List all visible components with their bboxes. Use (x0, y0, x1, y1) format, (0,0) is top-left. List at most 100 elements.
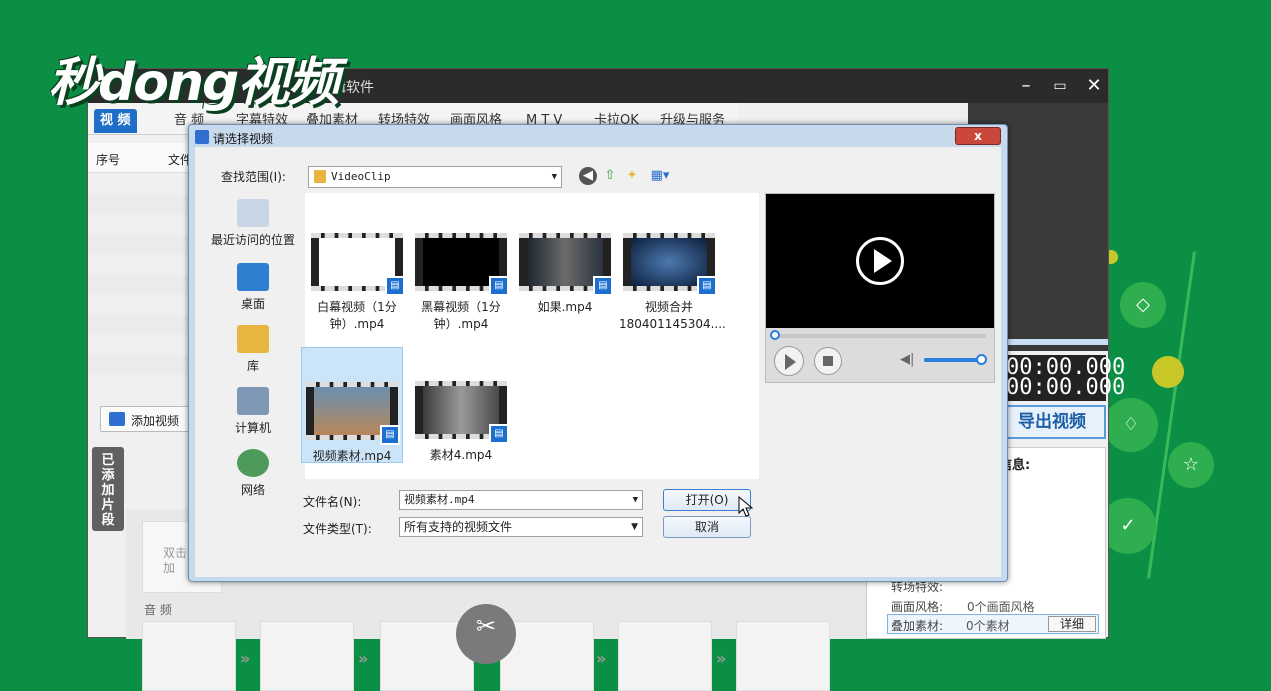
file-item[interactable]: ▤ 白幕视频（1分 钟）.mp4 (307, 221, 409, 337)
play-button[interactable] (774, 346, 804, 376)
export-video-button[interactable]: 导出视频 (998, 405, 1106, 439)
video-file-icon: ▤ (593, 276, 613, 296)
film-add-icon (109, 412, 125, 426)
file-name: 视频合并 (644, 300, 693, 314)
video-file-icon: ▤ (489, 276, 509, 296)
video-thumbnail: ▤ (311, 233, 405, 296)
add-video-button[interactable]: 添加视频 (100, 406, 198, 432)
dialog-close-button[interactable]: x (955, 127, 1001, 145)
info-value-overlay: 0个素材 (966, 619, 1010, 633)
file-name-value: 视频素材.mp4 (404, 493, 475, 506)
place-label: 计算机 (234, 421, 271, 435)
maximize-icon[interactable]: ▭ (1048, 75, 1072, 97)
look-in-label: 查找范围(I): (221, 170, 286, 184)
video-thumbnail: ▤ (623, 233, 717, 296)
scissors-icon[interactable]: ✂ (456, 604, 516, 664)
computer-icon (237, 387, 269, 415)
timeline-slot[interactable] (618, 621, 712, 691)
minimize-icon[interactable]: – (1014, 75, 1038, 97)
file-name: 180401145304.... (619, 317, 726, 331)
info-label-style: 画面风格: (891, 600, 944, 614)
place-label: 最近访问的位置 (210, 233, 295, 247)
tag-icon: ◇ (1136, 294, 1150, 315)
place-desktop[interactable]: 桌面 (203, 263, 303, 312)
place-computer[interactable]: 计算机 (203, 387, 303, 436)
timeline-slot[interactable] (142, 621, 236, 691)
up-folder-icon[interactable]: ⇧ (601, 167, 619, 185)
video-file-icon: ▤ (697, 276, 717, 296)
arrow-icon: » (358, 649, 369, 668)
file-type-value: 所有支持的视频文件 (404, 520, 513, 534)
list-row (88, 315, 198, 335)
video-file-icon: ▤ (385, 276, 405, 296)
play-icon[interactable] (856, 237, 904, 285)
file-name-input[interactable]: 视频素材.mp4 ▼ (399, 490, 643, 510)
audio-track-label: 音 频 (144, 603, 172, 617)
chevron-down-icon: ▼ (551, 172, 557, 182)
watermark-logo: 秒dong视频 (48, 40, 348, 113)
video-thumbnail: ▤ (306, 382, 400, 445)
list-row (88, 195, 198, 215)
video-thumbnail: ▤ (415, 233, 509, 296)
view-menu-icon[interactable]: ▦▾ (647, 167, 673, 185)
added-clips-tab[interactable]: 已添加片段 (92, 447, 124, 531)
info-row-overlay: 叠加素材: 0个素材 详细 (887, 614, 1099, 634)
cancel-button[interactable]: 取消 (663, 516, 751, 538)
seek-handle[interactable] (770, 330, 780, 340)
info-value-style: 0个画面风格 (967, 600, 1035, 614)
stop-icon (823, 356, 833, 366)
place-network[interactable]: 网络 (203, 449, 303, 498)
file-name: 钟）.mp4 (433, 317, 489, 331)
video-preview: ◀| (765, 193, 995, 383)
arrow-icon: » (240, 649, 251, 668)
place-library[interactable]: 库 (203, 325, 303, 374)
file-item-selected[interactable]: ▤ 视频素材.mp4 (301, 347, 403, 463)
added-clips-label: 已添加片段 (101, 453, 115, 528)
list-row (88, 275, 198, 295)
timeline-slot[interactable] (260, 621, 354, 691)
seek-bar[interactable] (774, 334, 986, 338)
chevron-down-icon: ▼ (632, 495, 638, 505)
stop-button[interactable] (814, 347, 842, 375)
file-item[interactable]: ▤ 视频合并 180401145304.... (619, 221, 726, 337)
dialog-title: 请选择视频 (213, 132, 274, 146)
arrow-icon: » (596, 649, 607, 668)
places-bar: 最近访问的位置 桌面 库 计算机 网络 (203, 193, 303, 573)
file-name: 素材4.mp4 (429, 448, 493, 462)
close-icon[interactable]: ✕ (1082, 75, 1106, 97)
file-name-label: 文件名(N): (303, 495, 362, 509)
play-triangle (874, 249, 892, 273)
column-index[interactable]: 序号 (96, 151, 120, 168)
desktop-icon (237, 263, 269, 291)
file-item[interactable]: ▤ 黑幕视频（1分 钟）.mp4 (411, 221, 513, 337)
play-icon (785, 354, 796, 370)
file-name: 黑幕视频（1分 (421, 300, 501, 314)
list-row (88, 235, 198, 255)
volume-slider[interactable] (924, 358, 982, 362)
file-item[interactable]: ▤ 素材4.mp4 (411, 347, 513, 463)
look-in-value: VideoClip (331, 170, 391, 183)
place-recent[interactable]: 最近访问的位置 (203, 199, 303, 248)
back-icon[interactable]: ◀ (579, 167, 597, 185)
file-name: 钟）.mp4 (329, 317, 385, 331)
file-name: 如果.mp4 (537, 300, 593, 314)
detail-button[interactable]: 详细 (1048, 616, 1096, 632)
decoration-circle (1152, 356, 1184, 388)
chevron-down-icon: ▼ (631, 522, 638, 532)
new-folder-icon[interactable]: ✦ (623, 167, 641, 185)
look-in-combo[interactable]: VideoClip ▼ (308, 166, 562, 188)
file-item[interactable]: ▤ 如果.mp4 (515, 221, 617, 337)
network-icon (237, 449, 269, 477)
volume-handle[interactable] (976, 354, 987, 365)
mouse-cursor-icon (738, 496, 754, 517)
timeline-slot[interactable] (736, 621, 830, 691)
file-open-dialog: 请选择视频 x 查找范围(I): VideoClip ▼ ◀ ⇧ ✦ ▦▾ 最近… (188, 124, 1008, 582)
file-type-select[interactable]: 所有支持的视频文件 ▼ (399, 517, 643, 537)
decoration-circle: ☆ (1168, 442, 1214, 488)
place-label: 网络 (240, 483, 265, 497)
recent-icon (237, 199, 269, 227)
arrow-icon: » (716, 649, 727, 668)
dialog-app-icon (195, 130, 209, 144)
place-label: 库 (246, 359, 259, 373)
volume-icon[interactable]: ◀| (900, 352, 914, 367)
